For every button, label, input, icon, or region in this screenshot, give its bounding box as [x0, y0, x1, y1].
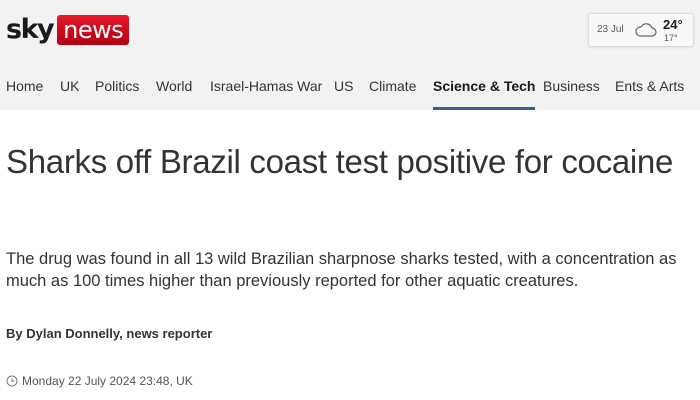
article-standfirst: The drug was found in all 13 wild Brazil…: [6, 250, 677, 290]
article-byline: By Dylan Donnelly, news reporter: [6, 326, 213, 341]
timestamp-text: Monday 22 July 2024 23:48, UK: [22, 374, 193, 388]
site-header: sky news 23 Jul 24° 17° Home UK Politics…: [0, 0, 700, 110]
nav-item-climate[interactable]: Climate: [369, 76, 416, 110]
nav-item-business[interactable]: Business: [543, 76, 600, 110]
logo-sky-text: sky: [6, 14, 55, 45]
weather-widget[interactable]: 23 Jul 24° 17°: [588, 13, 694, 47]
nav-item-us[interactable]: US: [334, 76, 353, 110]
article-headline: Sharks off Brazil coast test positive fo…: [6, 143, 674, 180]
nav-item-ents-arts[interactable]: Ents & Arts: [615, 76, 684, 110]
clock-icon: [6, 375, 18, 387]
logo-news-text: news: [57, 15, 130, 45]
nav-item-science-tech[interactable]: Science & Tech: [433, 76, 536, 110]
nav-item-home[interactable]: Home: [6, 76, 43, 110]
weather-date: 23 Jul: [597, 24, 624, 35]
cloud-icon: [635, 23, 657, 37]
nav-item-israel-hamas-war[interactable]: Israel-Hamas War: [210, 76, 322, 110]
article-timestamp: Monday 22 July 2024 23:48, UK: [6, 374, 193, 388]
weather-high-temp: 24°: [663, 17, 683, 32]
nav-item-uk[interactable]: UK: [60, 76, 79, 110]
nav-item-world[interactable]: World: [156, 76, 192, 110]
weather-low-temp: 17°: [664, 33, 678, 43]
sky-news-logo[interactable]: sky news: [6, 14, 130, 46]
nav-item-politics[interactable]: Politics: [95, 76, 139, 110]
main-nav: Home UK Politics World Israel-Hamas War …: [0, 76, 700, 110]
